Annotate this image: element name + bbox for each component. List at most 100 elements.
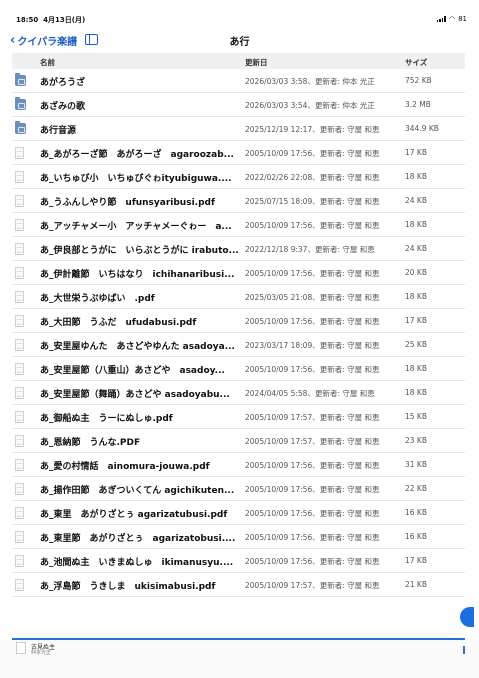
folder-row[interactable]: あがろうざ 2026/03/03 3:58、更新者: 仲本 光正 752 KB <box>12 69 465 93</box>
folder-icon <box>15 121 26 134</box>
file-name: あ_安里屋節（舞踊）あさどや asadoyabu... <box>40 390 230 400</box>
file-row[interactable]: あ_うふんしやり節 ufunsyaribusi.pdf 2025/07/15 18… <box>12 189 465 213</box>
file-name: あ_揚作田節 あぎついくてん agichikuten... <box>40 486 235 496</box>
file-date: 2005/10/09 17:56、更新者: 守屋 和恵 <box>245 149 380 158</box>
file-size: 24 KB <box>405 244 427 253</box>
file-row[interactable]: あ_揚作田節 あぎついくてん agichikuten... 2005/10/09 … <box>12 477 465 501</box>
file-name: あざみの歌 <box>40 102 86 112</box>
file-size: 3.2 MB <box>405 100 431 109</box>
file-date: 2005/10/09 17:57、更新者: 守屋 和恵 <box>245 437 380 446</box>
file-name: あ_アッチャメー小 アッチャメーぐゎー a... <box>40 222 232 232</box>
file-name: あ行音源 <box>40 126 77 136</box>
file-size: 31 KB <box>405 460 427 469</box>
pdf-file-icon <box>15 459 24 471</box>
wifi-icon: ◠ <box>448 15 456 23</box>
file-size: 17 KB <box>405 316 427 325</box>
file-date: 2005/10/09 17:57、更新者: 守屋 和恵 <box>245 413 380 422</box>
folder-row[interactable]: あざみの歌 2026/03/03 3:54、更新者: 仲本 光正 3.2 MB <box>12 93 465 117</box>
document-thumbnail-icon[interactable] <box>16 642 26 654</box>
file-name: あ_いちゅび小 いちゅびぐゎityubiguwa.... <box>40 174 232 184</box>
file-row[interactable]: あ_あがろーざ節 あがろーざ agaroozab... 2005/10/09 17… <box>12 141 465 165</box>
file-row[interactable]: あ_東里 あがりざとぅ agarizatubusi.pdf 2005/10/09 … <box>12 501 465 525</box>
folder-row[interactable]: あ行音源 2025/12/19 12:17、更新者: 守屋 和恵 344.9 KB <box>12 117 465 141</box>
file-row[interactable]: あ_大田節 うふだ ufudabusi.pdf 2005/10/09 17:56、… <box>12 309 465 333</box>
file-date: 2005/10/09 17:56、更新者: 守屋 和恵 <box>245 509 380 518</box>
pdf-file-icon <box>15 411 24 423</box>
file-size: 344.9 KB <box>405 124 439 133</box>
pdf-file-icon <box>15 219 24 231</box>
file-row[interactable]: あ_大世栄うぷゆばい .pdf 2025/03/05 21:08、更新者: 守屋 … <box>12 285 465 309</box>
signal-icon <box>436 16 446 22</box>
pdf-file-icon <box>15 507 24 519</box>
column-name-header[interactable]: 名前 <box>40 57 55 68</box>
file-date: 2023/03/17 18:09、更新者: 守屋 和恵 <box>245 341 380 350</box>
file-date: 2026/03/03 3:58、更新者: 仲本 光正 <box>245 77 375 86</box>
file-name: あ_大田節 うふだ ufudabusi.pdf <box>40 318 197 328</box>
file-size: 18 KB <box>405 292 427 301</box>
pdf-file-icon <box>15 339 24 351</box>
pdf-file-icon <box>15 243 24 255</box>
file-row[interactable]: あ_伊計離節 いちはなり ichihanaribusi... 2005/10/09… <box>12 261 465 285</box>
file-name: あ_愛の村情話 ainomura-jouwa.pdf <box>40 462 210 472</box>
file-name: あ_東里 あがりざとぅ agarizatubusi.pdf <box>40 510 228 520</box>
file-date: 2005/10/09 17:56、更新者: 守屋 和恵 <box>245 317 380 326</box>
file-date: 2026/03/03 3:54、更新者: 仲本 光正 <box>245 101 375 110</box>
floating-action-button[interactable] <box>460 607 474 627</box>
column-size-header[interactable]: サイズ <box>405 57 427 68</box>
column-date-header[interactable]: 更新日 <box>245 57 268 68</box>
file-date: 2022/12/18 9:37、更新者: 守屋 和恵 <box>245 245 375 254</box>
file-row[interactable]: あ_愛の村情話 ainomura-jouwa.pdf 2005/10/09 17:… <box>12 453 465 477</box>
file-row[interactable]: あ_御船ぬ主 うーにぬしゅ.pdf 2005/10/09 17:57、更新者: 守… <box>12 405 465 429</box>
pdf-file-icon <box>15 579 24 591</box>
file-name: あ_伊良部とうがに いらぶとうがに irabuto... <box>40 246 239 256</box>
pdf-file-icon <box>15 195 24 207</box>
bottom-subtitle: 仲本光正 <box>31 650 52 656</box>
file-row[interactable]: あ_池間ぬ主 いきまぬしゅ ikimanusyu.... 2005/10/09 1… <box>12 549 465 573</box>
folder-icon <box>15 97 26 110</box>
file-row[interactable]: あ_浮島節 うきしま ukisimabusi.pdf 2005/10/09 17:… <box>12 573 465 597</box>
file-name: あ_恩納節 うんな.PDF <box>40 438 141 448</box>
pdf-file-icon <box>15 435 24 447</box>
file-date: 2005/10/09 17:56、更新者: 守屋 和恵 <box>245 221 380 230</box>
pdf-file-icon <box>15 387 24 399</box>
status-bar: 18:50 4月13日(月) ◠ 81 <box>0 0 479 26</box>
file-date: 2005/10/09 17:56、更新者: 守屋 和恵 <box>245 485 380 494</box>
file-row[interactable]: あ_安里屋ゆんた あさどやゆんた asadoya... 2023/03/17 18… <box>12 333 465 357</box>
file-row[interactable]: あ_東里節 あがりざとぅ agarizatobusi.... 2005/10/09… <box>12 525 465 549</box>
file-date: 2005/10/09 17:56、更新者: 守屋 和恵 <box>245 365 380 374</box>
file-date: 2005/10/09 17:56、更新者: 守屋 和恵 <box>245 533 380 542</box>
status-time: 18:50 4月13日(月) <box>16 16 86 24</box>
file-size: 25 KB <box>405 340 427 349</box>
file-date: 2022/02/26 22:08、更新者: 守屋 和恵 <box>245 173 380 182</box>
file-date: 2005/10/09 17:56、更新者: 守屋 和恵 <box>245 461 380 470</box>
folder-icon <box>15 73 26 86</box>
file-row[interactable]: あ_安里屋節（舞踊）あさどや asadoyabu... 2024/04/05 5:… <box>12 381 465 405</box>
file-row[interactable]: あ_安里屋節（八重山）あさどや asadoy... 2005/10/09 17:5… <box>12 357 465 381</box>
file-row[interactable]: あ_いちゅび小 いちゅびぐゎityubiguwa.... 2022/02/26 2… <box>12 165 465 189</box>
file-date: 2005/10/09 17:56、更新者: 守屋 和恵 <box>245 269 380 278</box>
file-date: 2025/12/19 12:17、更新者: 守屋 和恵 <box>245 125 380 134</box>
file-size: 17 KB <box>405 148 427 157</box>
pdf-file-icon <box>15 315 24 327</box>
file-name: あ_浮島節 うきしま ukisimabusi.pdf <box>40 582 216 592</box>
file-date: 2025/07/15 18:09、更新者: 守屋 和恵 <box>245 197 380 206</box>
status-indicators: ◠ 81 <box>436 15 467 23</box>
file-name: あ_伊計離節 いちはなり ichihanaribusi... <box>40 270 235 280</box>
battery-level: 81 <box>458 15 467 23</box>
file-name: あ_東里節 あがりざとぅ agarizatobusi.... <box>40 534 236 544</box>
file-row[interactable]: あ_恩納節 うんな.PDF 2005/10/09 17:57、更新者: 守屋 和恵… <box>12 429 465 453</box>
file-date: 2005/10/09 17:57、更新者: 守屋 和恵 <box>245 581 380 590</box>
nav-bar: ‹ クイパラ楽譜 あ行 <box>0 28 479 52</box>
pdf-file-icon <box>15 483 24 495</box>
file-size: 16 KB <box>405 532 427 541</box>
file-size: 17 KB <box>405 556 427 565</box>
file-size: 24 KB <box>405 196 427 205</box>
file-size: 21 KB <box>405 580 427 589</box>
file-row[interactable]: あ_伊良部とうがに いらぶとうがに irabuto... 2022/12/18 9… <box>12 237 465 261</box>
file-size: 18 KB <box>405 364 427 373</box>
file-row[interactable]: あ_アッチャメー小 アッチャメーぐゎー a... 2005/10/09 17:56… <box>12 213 465 237</box>
scroll-indicator <box>463 646 465 654</box>
pdf-file-icon <box>15 363 24 375</box>
bottom-bar: 古見ぬ主 仲本光正 <box>0 640 479 678</box>
file-name: あ_うふんしやり節 ufunsyaribusi.pdf <box>40 198 215 208</box>
